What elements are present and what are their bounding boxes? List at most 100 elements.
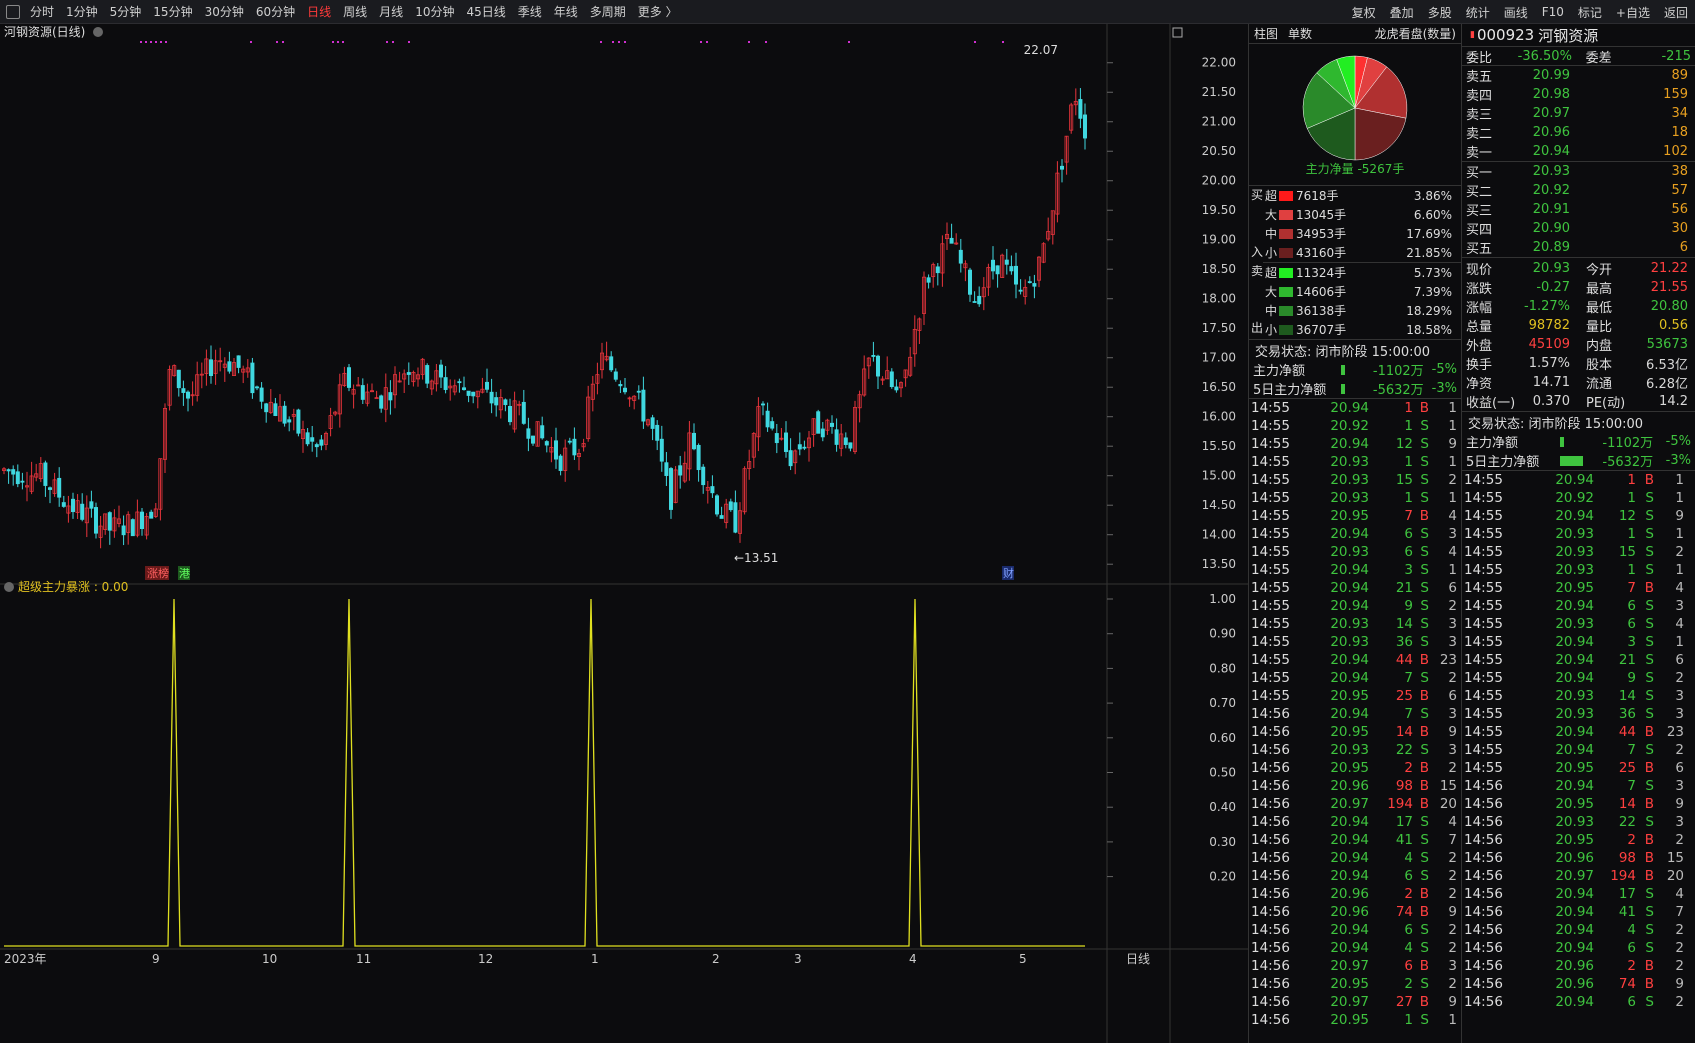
- layout-icon[interactable]: [6, 4, 20, 19]
- candle-body: [43, 462, 48, 486]
- candle-body: [176, 369, 181, 389]
- tick-row: 14:55 20.93 36 S 3: [1251, 634, 1457, 650]
- tick-row: 14:56 20.96 74 B 9: [1251, 904, 1457, 920]
- stat-row-5: 换手 1.57% 股本 6.53亿: [1466, 356, 1688, 373]
- tab-bar-chart[interactable]: 柱图: [1249, 25, 1283, 42]
- flow-row-sell-0: 超 11324手 5.73%: [1265, 265, 1452, 281]
- candle-body: [236, 355, 241, 368]
- period-10[interactable]: 45日线: [466, 5, 505, 19]
- tick-row: 14:56 20.95 2 B 2: [1251, 760, 1457, 776]
- period-9[interactable]: 10分钟: [415, 5, 454, 19]
- candle-body: [80, 503, 85, 520]
- sells-row-2[interactable]: 卖三 20.97 34: [1462, 104, 1695, 123]
- candle-body: [89, 501, 94, 509]
- tick-row: 14:56 20.97 27 B 9: [1251, 994, 1457, 1010]
- candle-body: [1004, 259, 1009, 265]
- candle-body: [443, 377, 448, 390]
- period-11[interactable]: 季线: [518, 5, 542, 19]
- indicator-tick-label: 0.60: [1209, 731, 1236, 745]
- signal-dot: [155, 41, 157, 43]
- period-1[interactable]: 1分钟: [66, 5, 98, 19]
- sells-row-1[interactable]: 卖四 20.98 159: [1462, 85, 1695, 104]
- period-3[interactable]: 15分钟: [153, 5, 192, 19]
- candle-body: [1078, 99, 1083, 119]
- period-8[interactable]: 月线: [379, 5, 403, 19]
- badge-gang[interactable]: 港: [179, 567, 190, 580]
- tool-5[interactable]: F10: [1535, 5, 1571, 19]
- x-label: 3: [794, 952, 802, 966]
- candle-body: [641, 389, 646, 422]
- kline-chart[interactable]: 河钢资源(日线)22.0021.5021.0020.5020.0019.5019…: [0, 24, 1248, 1043]
- candle-body: [692, 432, 697, 450]
- tick-list-mid[interactable]: 14:55 20.94 1 B 1 14:55 20.92 1 S 1 14:55 20.94 12 S 9…: [1249, 398, 1461, 1029]
- tick-row: 14:55 20.94 7 S 2: [1464, 742, 1684, 758]
- tool-0[interactable]: 复权: [1345, 4, 1383, 21]
- period-14[interactable]: 更多 〉: [638, 5, 678, 19]
- period-4[interactable]: 30分钟: [205, 5, 244, 19]
- tick-list-right[interactable]: 14:55 20.94 1 B 1 14:55 20.92 1 S 1 14:55 20.94 12 S 9…: [1462, 470, 1695, 1011]
- tool-4[interactable]: 画线: [1497, 4, 1535, 21]
- tick-row: 14:56 20.96 74 B 9: [1464, 976, 1684, 992]
- tool-2[interactable]: 多股: [1421, 4, 1459, 21]
- signal-dot: [1002, 41, 1004, 43]
- sells-row-3[interactable]: 卖二 20.96 18: [1462, 123, 1695, 142]
- candle-body: [15, 471, 20, 485]
- price-tick-label: 20.00: [1202, 174, 1236, 188]
- bottom-period-label[interactable]: 日线: [1126, 952, 1150, 966]
- sells-row-4[interactable]: 卖一 20.94 102: [1462, 142, 1695, 161]
- period-13[interactable]: 多周期: [590, 5, 626, 19]
- candle-body: [94, 507, 99, 534]
- period-0[interactable]: 分时: [30, 5, 54, 19]
- tool-8[interactable]: 返回: [1657, 4, 1695, 21]
- candle-body: [770, 421, 775, 429]
- candle-body: [949, 237, 954, 244]
- tick-row: 14:56 20.94 17 S 4: [1464, 886, 1684, 902]
- badge-cai[interactable]: 财: [1003, 566, 1014, 580]
- flow-bar: [1279, 324, 1293, 335]
- candle-body: [834, 429, 839, 445]
- buys-row-0[interactable]: 买一 20.93 38: [1462, 162, 1695, 181]
- buys-row-4[interactable]: 买五 20.89 6: [1462, 238, 1695, 257]
- period-5[interactable]: 60分钟: [256, 5, 295, 19]
- signal-dot: [765, 41, 767, 43]
- indicator-menu-icon[interactable]: [4, 582, 14, 592]
- flow-bar: [1279, 228, 1293, 239]
- tick-row: 14:56 20.94 17 S 4: [1251, 814, 1457, 830]
- quote-panel: ▮ 000923 河钢资源 委比 -36.50% 委差 -215 卖五 20.99…: [1461, 24, 1695, 1043]
- buys-row-3[interactable]: 买四 20.90 30: [1462, 219, 1695, 238]
- tick-row: 14:56 20.95 2 B 2: [1464, 832, 1684, 848]
- tool-3[interactable]: 统计: [1459, 4, 1497, 21]
- signal-dot: [408, 41, 410, 43]
- period-6[interactable]: 日线: [307, 5, 331, 19]
- flow-row-sell-1: 大 14606手 7.39%: [1265, 284, 1452, 300]
- candle-body: [1032, 283, 1037, 287]
- candle-body: [531, 435, 536, 444]
- period-12[interactable]: 年线: [554, 5, 578, 19]
- badge-zhangbang[interactable]: 涨榜: [147, 566, 169, 580]
- main-net-bar: [1341, 364, 1346, 375]
- trade-status: 交易状态: 闭市阶段 15:00:00: [1249, 339, 1461, 360]
- tool-1[interactable]: 叠加: [1383, 4, 1421, 21]
- flow-bar: [1279, 209, 1293, 220]
- signal-dot: [276, 41, 278, 43]
- period-2[interactable]: 5分钟: [110, 5, 142, 19]
- candle-body: [254, 386, 259, 389]
- buys-row-2[interactable]: 买三 20.91 56: [1462, 200, 1695, 219]
- buys-row-1[interactable]: 买二 20.92 57: [1462, 181, 1695, 200]
- candle-body: [784, 432, 789, 452]
- sells-row-0[interactable]: 卖五 20.99 89: [1462, 66, 1695, 85]
- candle-body: [425, 365, 430, 384]
- tab-dragon-tiger[interactable]: 龙虎看盘(数量): [1370, 25, 1461, 42]
- price-tick-label: 18.00: [1202, 292, 1236, 306]
- period-7[interactable]: 周线: [343, 5, 367, 19]
- tool-6[interactable]: 标记: [1571, 4, 1609, 21]
- candle-body: [185, 391, 190, 399]
- title-menu-icon[interactable]: [93, 27, 103, 37]
- candle-body: [935, 266, 940, 274]
- candle-body: [972, 301, 977, 303]
- tab-order-count[interactable]: 单数: [1283, 25, 1317, 42]
- main-net5-row-right: 5日主力净额 -5632万 -3%: [1466, 453, 1691, 470]
- price-tick-label: 16.00: [1202, 410, 1236, 424]
- tool-7[interactable]: +自选: [1609, 4, 1657, 21]
- flow-row-buy-1: 大 13045手 6.60%: [1265, 207, 1452, 223]
